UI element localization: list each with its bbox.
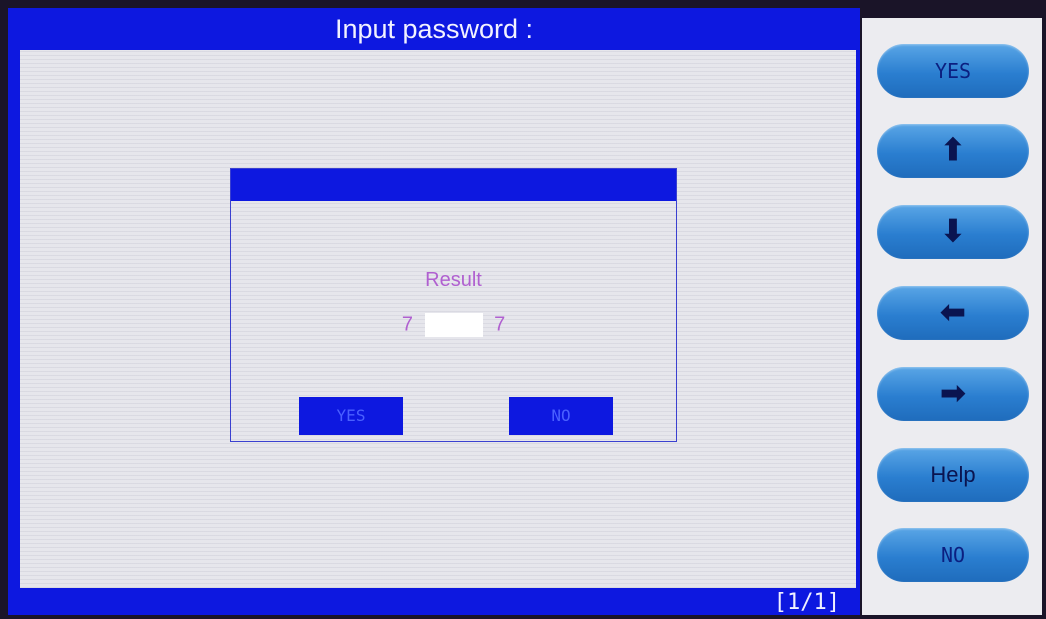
page-indicator: [1/1]	[773, 590, 840, 615]
arrow-up-icon: ⬆	[940, 134, 966, 167]
result-label: Result	[425, 269, 482, 291]
dialog-no-button[interactable]: NO	[509, 397, 613, 435]
result-right-digit: 7	[494, 313, 506, 336]
no-button[interactable]: NO	[877, 528, 1029, 582]
side-button-panel: YES ⬆ ⬇ ⬅ ➡ Help NO	[862, 18, 1042, 615]
content-area: Result 7 7 YES NO	[20, 50, 856, 588]
right-button[interactable]: ➡	[877, 367, 1029, 421]
device-screen: Input password : Result 7 7 YES NO [1/1]	[8, 8, 860, 615]
down-button[interactable]: ⬇	[877, 205, 1029, 259]
password-input[interactable]	[424, 313, 483, 337]
result-left-digit: 7	[401, 313, 413, 336]
password-dialog: Result 7 7 YES NO	[230, 168, 677, 442]
arrow-left-icon: ⬅	[940, 296, 966, 329]
result-row: 7 7	[231, 313, 676, 337]
dialog-titlebar	[231, 169, 676, 201]
arrow-right-icon: ➡	[940, 377, 966, 410]
left-button[interactable]: ⬅	[877, 286, 1029, 340]
up-button[interactable]: ⬆	[877, 124, 1029, 178]
screen-title: Input password :	[334, 14, 534, 44]
arrow-down-icon: ⬇	[940, 215, 966, 248]
help-button[interactable]: Help	[877, 448, 1029, 502]
dialog-yes-button[interactable]: YES	[299, 397, 403, 435]
yes-button[interactable]: YES	[877, 44, 1029, 98]
status-bar: [1/1]	[8, 588, 860, 615]
